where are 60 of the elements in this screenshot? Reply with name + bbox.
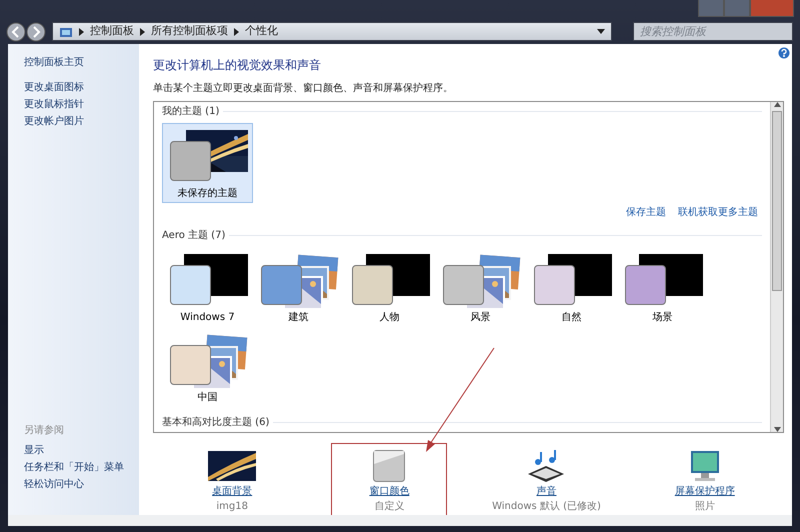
sidebar-link[interactable]: 任务栏和「开始」菜单 — [24, 459, 139, 476]
forward-button[interactable] — [26, 22, 46, 42]
chevron-icon — [234, 28, 239, 36]
theme-item[interactable]: 建筑 — [253, 247, 344, 328]
see-also-heading: 另请参阅 — [24, 424, 65, 438]
setting-link[interactable]: 声音 — [536, 484, 556, 500]
theme-item[interactable]: 未保存的主题 — [162, 123, 253, 204]
breadcrumb-item[interactable]: 个性化 — [245, 23, 278, 40]
sidebar-link[interactable]: 控制面板主页 — [24, 54, 139, 71]
breadcrumb-item[interactable]: 控制面板 — [90, 23, 134, 40]
page-title: 更改计算机上的视觉效果和声音 — [153, 58, 322, 72]
setting-value: 自定义 — [374, 500, 404, 514]
theme-item[interactable]: Windows 7 — [162, 247, 253, 328]
theme-name: 建筑 — [288, 310, 308, 326]
theme-name: 自然 — [562, 311, 582, 326]
setting-value: Windows 默认 (已修改) — [492, 500, 601, 514]
theme-name: Windows 7 — [180, 311, 235, 326]
scroll-up-icon — [774, 102, 780, 108]
control-panel-icon — [59, 26, 73, 38]
music-notes-icon — [526, 450, 566, 482]
chevron-icon — [79, 28, 84, 36]
sidebar-link[interactable]: 更改帐户图片 — [24, 113, 139, 130]
setting-value: img18 — [216, 500, 248, 514]
minimize-button[interactable] — [698, 0, 724, 17]
theme-item[interactable]: 场景 — [617, 247, 708, 328]
setting-link[interactable]: 桌面背景 — [212, 484, 252, 500]
theme-name: 风景 — [470, 310, 490, 326]
setting-value: 照片 — [694, 500, 715, 514]
sidebar-link[interactable]: 更改桌面图标 — [24, 79, 139, 96]
page-description: 单击某个主题立即更改桌面背景、窗口颜色、声音和屏幕保护程序。 — [153, 82, 454, 96]
theme-item[interactable]: 风景 — [435, 247, 526, 328]
search-field[interactable]: 搜索控制面板 — [633, 22, 793, 41]
chevron-icon — [140, 28, 145, 36]
setting-link[interactable]: 屏幕保护程序 — [674, 484, 735, 500]
maximize-button[interactable] — [724, 0, 750, 17]
group-heading: 基本和高对比度主题 (6) — [162, 416, 270, 430]
theme-name: 场景 — [652, 310, 672, 326]
sidebar-link[interactable]: 更改鼠标指针 — [24, 96, 139, 113]
group-heading: 我的主题 (1) — [162, 104, 220, 120]
setting-link[interactable]: 窗口颜色 — [369, 484, 410, 500]
sidebar-link[interactable]: 显示 — [24, 442, 139, 459]
theme-name: 中国 — [198, 390, 218, 406]
theme-item[interactable]: 人物 — [344, 247, 435, 328]
theme-link[interactable]: 保存主题 — [626, 205, 666, 220]
address-bar[interactable]: 控制面板 所有控制面板项 个性化 — [52, 22, 612, 41]
help-icon[interactable] — [778, 47, 790, 59]
theme-item[interactable]: 中国 — [162, 327, 253, 408]
color-swatch-icon — [373, 450, 406, 482]
back-button[interactable] — [6, 22, 26, 42]
scrollbar[interactable] — [770, 102, 783, 432]
theme-link[interactable]: 联机获取更多主题 — [678, 205, 758, 220]
breadcrumb-item[interactable]: 所有控制面板项 — [151, 23, 228, 40]
theme-name: 未保存的主题 — [178, 186, 238, 202]
scroll-down-icon — [774, 427, 780, 432]
theme-name: 人物 — [380, 311, 400, 326]
close-button[interactable] — [750, 0, 794, 17]
dropdown-icon — [597, 29, 605, 34]
sidebar-link[interactable]: 轻松访问中心 — [24, 476, 139, 493]
group-heading: Aero 主题 (7) — [162, 228, 226, 244]
theme-item[interactable]: 自然 — [526, 247, 617, 328]
